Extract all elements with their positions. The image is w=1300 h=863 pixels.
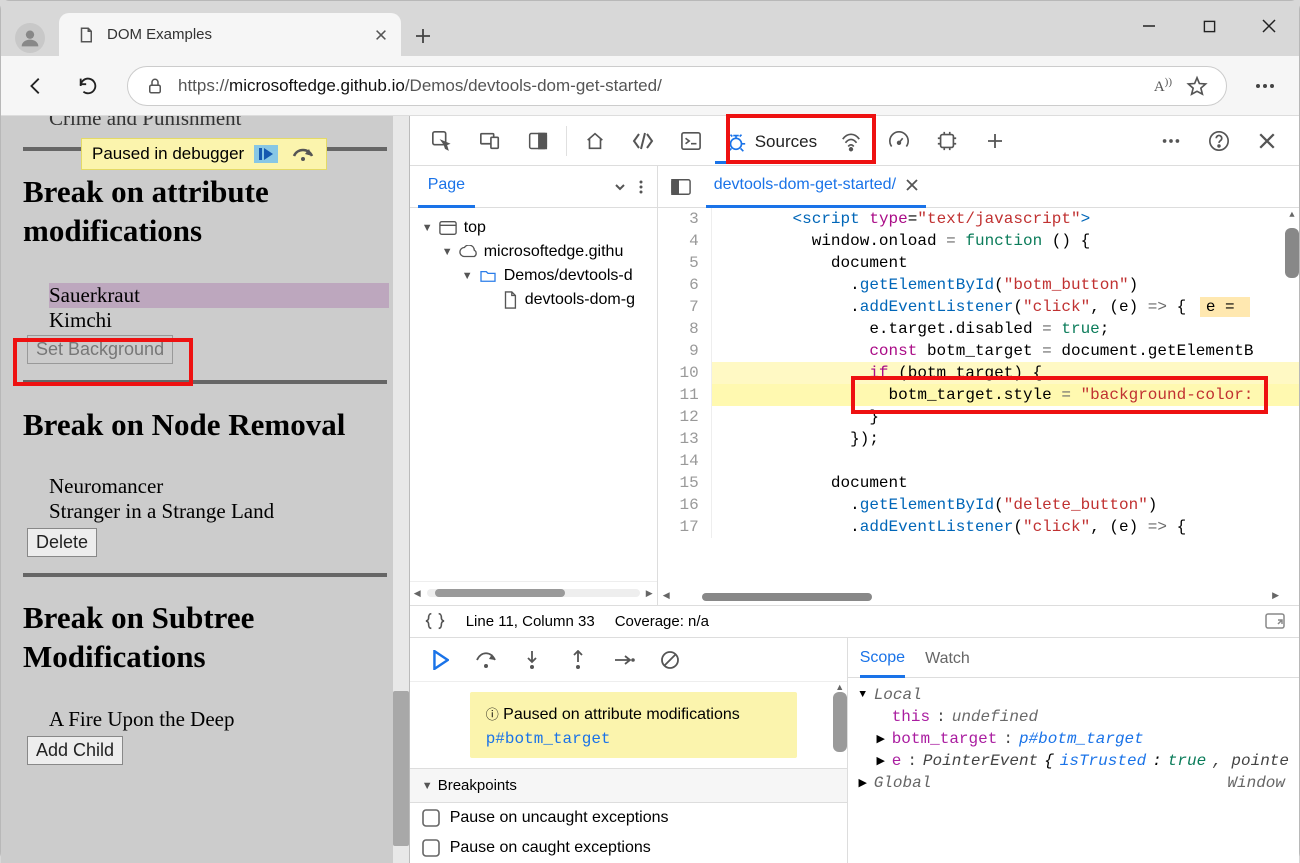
debug-left-scrollbar[interactable] <box>833 692 847 752</box>
code-hscrollbar[interactable] <box>702 593 872 601</box>
bug-icon <box>725 131 747 153</box>
welcome-icon[interactable] <box>571 117 619 165</box>
editor-status-bar: Line 11, Column 33 Coverage: n/a <box>410 605 1299 637</box>
resume-button[interactable] <box>418 640 462 680</box>
tree-host[interactable]: ▼microsoftedge.githu <box>414 240 653 264</box>
page-menu-icon[interactable] <box>633 179 649 195</box>
tab-title: DOM Examples <box>107 26 361 43</box>
close-window-button[interactable] <box>1239 1 1299 51</box>
new-tab-button[interactable] <box>413 26 433 46</box>
devtools-more-icon[interactable] <box>1147 117 1195 165</box>
deactivate-breakpoints-button[interactable] <box>648 640 692 680</box>
profile-icon[interactable] <box>15 23 45 53</box>
var-botm-target[interactable]: ▶botm_target: p#botm_target <box>858 728 1289 750</box>
scope-tab[interactable]: Scope <box>860 638 905 678</box>
toggle-navigator-icon[interactable] <box>664 166 698 211</box>
reload-button[interactable] <box>65 63 111 109</box>
nav-hscrollbar[interactable]: ◀ ▶ <box>410 581 657 605</box>
step-button[interactable] <box>602 640 646 680</box>
page-navigator: Page ▼top ▼microsoftedge.githu ▼Demos/de… <box>410 166 658 605</box>
network-icon[interactable] <box>827 117 875 165</box>
cursor-position: Line 11, Column 33 <box>466 613 595 630</box>
list-item-fire: A Fire Upon the Deep <box>13 707 387 732</box>
webpage-preview: Crime and Punishment Paused in debugger … <box>1 116 409 863</box>
chevron-down-icon[interactable] <box>613 180 627 194</box>
address-bar-row: https://microsoftedge.github.io/Demos/de… <box>1 56 1299 116</box>
scope-global[interactable]: ▶GlobalWindow <box>858 772 1289 794</box>
add-child-button[interactable]: Add Child <box>27 736 123 765</box>
sources-tab[interactable]: Sources <box>715 122 827 164</box>
close-file-icon[interactable] <box>906 179 918 191</box>
url-text: https://microsoftedge.github.io/Demos/de… <box>178 76 1140 96</box>
help-icon[interactable] <box>1195 117 1243 165</box>
panel-layout-icon[interactable] <box>514 117 562 165</box>
var-this: this: undefined <box>858 706 1289 728</box>
set-background-button[interactable]: Set Background <box>27 335 173 364</box>
browser-tab[interactable]: DOM Examples <box>59 13 401 56</box>
elements-icon[interactable] <box>619 117 667 165</box>
paused-banner: Paused in debugger <box>81 138 327 170</box>
pause-caught-checkbox[interactable]: Pause on caught exceptions <box>410 833 847 863</box>
maximize-button[interactable] <box>1179 1 1239 51</box>
window-controls <box>1119 1 1299 51</box>
cut-off-text: Crime and Punishment <box>13 116 387 131</box>
performance-icon[interactable] <box>875 117 923 165</box>
minimize-button[interactable] <box>1119 1 1179 51</box>
section-heading-node-removal: Break on Node Removal <box>23 406 387 445</box>
step-out-button[interactable] <box>556 640 600 680</box>
watch-tab[interactable]: Watch <box>925 639 970 676</box>
delete-button[interactable]: Delete <box>27 528 97 557</box>
page-tab[interactable]: Page <box>418 166 475 208</box>
list-item-neuromancer: Neuromancer <box>13 474 387 499</box>
breakpoints-header[interactable]: ▼Breakpoints <box>410 768 847 803</box>
code-vscrollbar[interactable]: ▲ <box>1285 208 1299 587</box>
list-item-sauerkraut: Sauerkraut <box>49 283 389 308</box>
var-e[interactable]: ▶e: PointerEvent {isTrusted: true, point… <box>858 750 1289 772</box>
back-button[interactable] <box>13 63 59 109</box>
lock-icon <box>146 77 164 95</box>
tree-folder[interactable]: ▼Demos/devtools-d <box>414 264 653 288</box>
pause-uncaught-checkbox[interactable]: Pause on uncaught exceptions <box>410 803 847 833</box>
list-item-kimchi: Kimchi <box>13 308 387 333</box>
memory-icon[interactable] <box>923 117 971 165</box>
section-heading-attribute: Break on attribute modifications <box>23 173 387 251</box>
devtools-toolbar: Sources <box>410 116 1299 166</box>
tree-top[interactable]: ▼top <box>414 216 653 240</box>
close-tab-icon[interactable] <box>373 27 389 43</box>
code-editor-panel: devtools-dom-get-started/ 3 <script type… <box>658 166 1299 605</box>
inspect-icon[interactable] <box>418 117 466 165</box>
device-toggle-icon[interactable] <box>466 117 514 165</box>
file-tab[interactable]: devtools-dom-get-started/ <box>706 166 926 208</box>
webpage-scrollbar-thumb[interactable] <box>393 691 409 846</box>
braces-icon[interactable] <box>424 610 446 632</box>
tree-file[interactable]: devtools-dom-g <box>414 288 653 312</box>
console-icon[interactable] <box>667 117 715 165</box>
code-area[interactable]: 3 <script type="text/javascript"> 4 wind… <box>658 208 1299 605</box>
scope-local[interactable]: ▼Local <box>858 684 1289 706</box>
more-icon[interactable] <box>1243 64 1287 108</box>
paused-message: ⓘ Paused on attribute modifications p#bo… <box>470 692 797 758</box>
more-tabs-button[interactable] <box>971 117 1019 165</box>
scope-panel: Scope Watch ▼Local this: undefined ▶botm… <box>848 638 1299 863</box>
debugger-left-panel: ⓘ Paused on attribute modifications p#bo… <box>410 638 848 863</box>
coverage-status: Coverage: n/a <box>615 613 709 630</box>
list-item-stranger: Stranger in a Strange Land <box>13 499 387 524</box>
address-bar[interactable]: https://microsoftedge.github.io/Demos/de… <box>127 66 1227 106</box>
resume-icon[interactable] <box>254 145 278 163</box>
close-devtools-icon[interactable] <box>1243 117 1291 165</box>
expand-icon[interactable] <box>1265 613 1285 629</box>
devtools-panel: Sources Page <box>409 116 1299 863</box>
sources-tab-label: Sources <box>755 132 817 152</box>
step-over-icon[interactable] <box>288 144 318 164</box>
step-into-button[interactable] <box>510 640 554 680</box>
favorite-icon[interactable] <box>1186 75 1208 97</box>
tab-bar: DOM Examples <box>1 1 1299 56</box>
step-over-button[interactable] <box>464 640 508 680</box>
read-aloud-icon[interactable]: A)) <box>1154 76 1172 96</box>
section-heading-subtree: Break on Subtree Modifications <box>23 599 387 677</box>
page-icon <box>77 26 95 44</box>
